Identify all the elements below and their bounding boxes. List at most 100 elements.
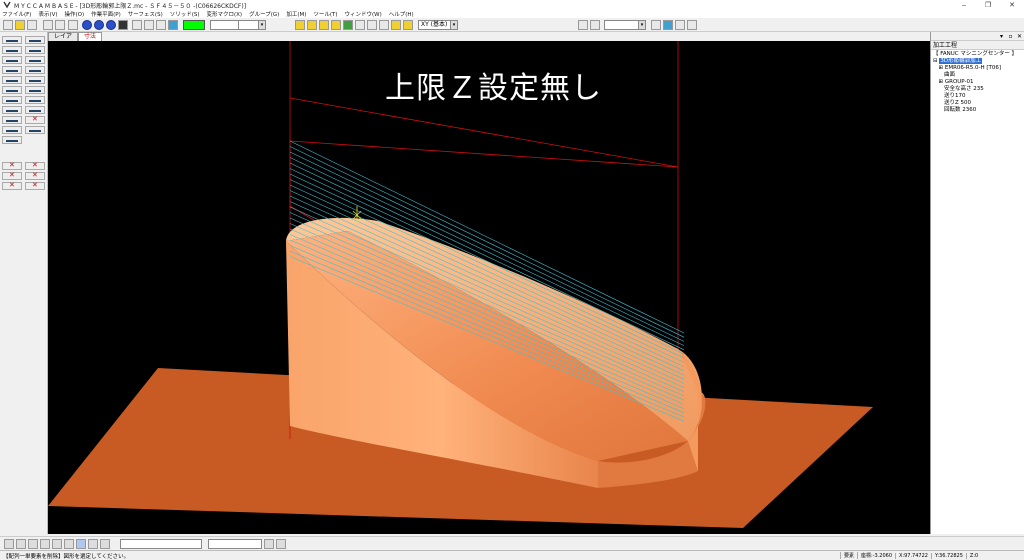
close-icon[interactable]: ✕	[1000, 0, 1024, 10]
trim-tool-button[interactable]	[25, 106, 45, 114]
delete-type-button[interactable]	[2, 181, 22, 190]
point-tool-button[interactable]	[2, 36, 22, 44]
snap-settings-button[interactable]	[590, 20, 600, 30]
panel-pin-icon[interactable]: ▾	[997, 33, 1006, 40]
hidden-line-button[interactable]	[106, 20, 116, 30]
redo-button[interactable]	[55, 20, 65, 30]
group-tool-button[interactable]	[2, 136, 22, 144]
pattern-button[interactable]	[144, 20, 154, 30]
panel-close-icon[interactable]: ✕	[1015, 33, 1024, 40]
offset-tool-button[interactable]	[25, 76, 45, 84]
measure-button[interactable]	[168, 20, 178, 30]
menu-tools[interactable]: ツール(T)	[313, 10, 337, 18]
tree-feed-z[interactable]: 送りZ 500	[944, 100, 971, 106]
select-button[interactable]	[156, 20, 166, 30]
view-mode-4-button[interactable]	[40, 539, 50, 549]
settings-button[interactable]	[687, 20, 697, 30]
tree-operation-selected[interactable]: 3D形彫輪郭加工	[939, 58, 983, 64]
undo-button[interactable]	[43, 20, 53, 30]
fit-button[interactable]	[343, 20, 353, 30]
view-mode-8-button[interactable]	[88, 539, 98, 549]
menu-surface[interactable]: サーフェス(S)	[128, 10, 163, 18]
view-mode-6-button[interactable]	[64, 539, 74, 549]
menu-help[interactable]: ヘルプ(H)	[389, 10, 414, 18]
menu-window[interactable]: ウィンドウ(W)	[345, 10, 382, 18]
cancel-button[interactable]	[276, 539, 286, 549]
ellipse-tool-button[interactable]	[2, 66, 22, 74]
spline-tool-button[interactable]	[25, 56, 45, 64]
tab-dimension[interactable]: 寸法	[78, 32, 103, 41]
zoom-button[interactable]	[355, 20, 365, 30]
zoom-window-button[interactable]	[367, 20, 377, 30]
delete-color-button[interactable]	[25, 181, 45, 190]
snap-button[interactable]	[578, 20, 588, 30]
tree-feed[interactable]: 送り170	[944, 93, 966, 99]
view-mode-3-button[interactable]	[28, 539, 38, 549]
tab-layer[interactable]: レイア	[48, 32, 79, 41]
rotate-button[interactable]	[391, 20, 401, 30]
view-mode-2-button[interactable]	[16, 539, 26, 549]
menu-transform-macro[interactable]: 変形マクロ(X)	[207, 10, 243, 18]
view-top-button[interactable]	[295, 20, 305, 30]
save-button[interactable]	[27, 20, 37, 30]
view-3d-button[interactable]	[403, 20, 413, 30]
menu-file[interactable]: ファイル(F)	[2, 10, 31, 18]
snap-mode-select[interactable]: ▾	[604, 20, 646, 30]
view-mode-5-button[interactable]	[52, 539, 62, 549]
menu-solid[interactable]: ソリッド(S)	[170, 10, 200, 18]
solid-tool-button[interactable]	[2, 76, 22, 84]
surface-tool-button[interactable]	[25, 66, 45, 74]
delete-tool-button[interactable]	[25, 115, 45, 124]
view-iso-button[interactable]	[331, 20, 341, 30]
delete-group-button[interactable]	[25, 171, 45, 180]
line-width-select[interactable]: ▾	[238, 20, 266, 30]
restore-icon[interactable]: ❐	[976, 0, 1000, 10]
new-file-button[interactable]	[3, 20, 13, 30]
tree-group[interactable]: GROUP-01	[945, 79, 974, 85]
circle-tool-button[interactable]	[25, 46, 45, 54]
background-button[interactable]	[118, 20, 128, 30]
menu-group[interactable]: グループ(G)	[249, 10, 279, 18]
arc-tool-button[interactable]	[2, 56, 22, 64]
fillet-tool-button[interactable]	[2, 96, 22, 104]
hand-tool-button[interactable]	[651, 20, 661, 30]
delete-all-button[interactable]	[2, 161, 22, 170]
color-swatch[interactable]	[183, 20, 205, 30]
tree-machine[interactable]: 【 FANUC マシニングセンター 】	[933, 51, 1022, 58]
view-front-button[interactable]	[307, 20, 317, 30]
calculator-button[interactable]	[675, 20, 685, 30]
coordinate-y-field[interactable]	[208, 539, 262, 549]
menu-machining[interactable]: 加工(M)	[286, 10, 306, 18]
view-mode-9-button[interactable]	[100, 539, 110, 549]
view-plane-select[interactable]: XY (基本) ▾	[418, 20, 458, 30]
wireframe-button[interactable]	[94, 20, 104, 30]
coordinate-x-field[interactable]	[120, 539, 202, 549]
chamfer-tool-button[interactable]	[25, 86, 45, 94]
move-tool-button[interactable]	[2, 126, 22, 134]
open-file-button[interactable]	[15, 20, 25, 30]
layer-button[interactable]	[132, 20, 142, 30]
line-tool-button[interactable]	[25, 36, 45, 44]
dimension-tool-button[interactable]	[2, 106, 22, 114]
delete-select-button[interactable]	[25, 161, 45, 170]
tree-safe-height[interactable]: 安全な高さ 235	[944, 86, 984, 92]
grid-button[interactable]	[68, 20, 78, 30]
pan-button[interactable]	[379, 20, 389, 30]
minimize-icon[interactable]: ‒	[952, 0, 976, 10]
info-button[interactable]	[663, 20, 673, 30]
view-mode-1-button[interactable]	[4, 539, 14, 549]
extend-tool-button[interactable]	[2, 116, 22, 124]
apply-button[interactable]	[264, 539, 274, 549]
cad-viewport[interactable]: 上限Ｚ設定無し	[48, 41, 930, 534]
shade-button[interactable]	[82, 20, 92, 30]
panel-restore-icon[interactable]: ▫	[1006, 33, 1015, 40]
text-tool-button[interactable]	[2, 86, 22, 94]
hatch-tool-button[interactable]	[25, 96, 45, 104]
tree-spindle-speed[interactable]: 回転数 2360	[944, 107, 976, 113]
menu-operation[interactable]: 操作(O)	[65, 10, 85, 18]
tree-surface[interactable]: 曲面	[944, 72, 955, 78]
view-mode-7-button[interactable]	[76, 539, 86, 549]
menu-view[interactable]: 表示(V)	[38, 10, 57, 18]
menu-work-plane[interactable]: 作業平面(P)	[91, 10, 121, 18]
polyline-tool-button[interactable]	[2, 46, 22, 54]
